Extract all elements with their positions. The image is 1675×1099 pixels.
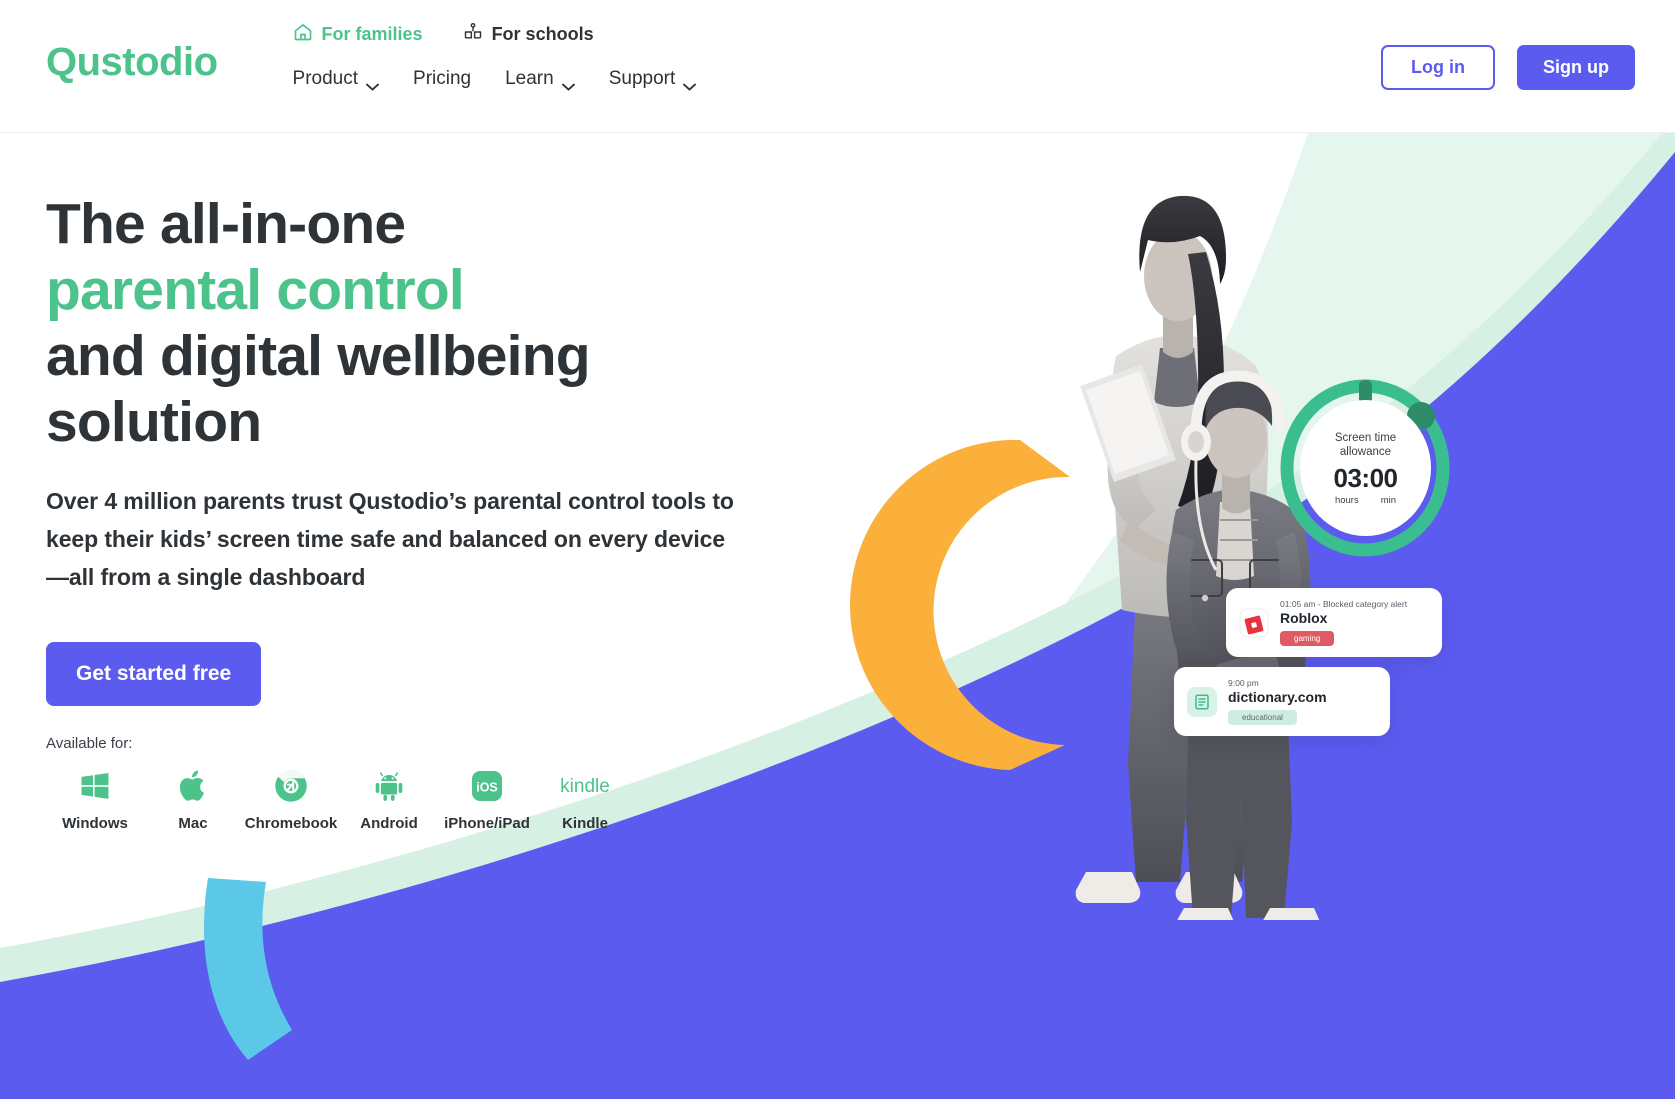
- chrome-icon: [273, 766, 309, 806]
- login-button[interactable]: Log in: [1381, 45, 1495, 90]
- screen-time-widget: Screen time allowance 03:00 hours min: [1278, 378, 1453, 558]
- alert-card-body: 9:00 pm dictionary.com educational: [1228, 678, 1374, 725]
- status-badge: gaming: [1280, 631, 1335, 646]
- screen-time-label-line1: Screen time: [1334, 431, 1397, 444]
- main-nav-items: Product Pricing Learn Support: [292, 68, 697, 91]
- logo-text: Qustodio: [46, 40, 218, 84]
- nav-item-support-label: Support: [608, 68, 676, 89]
- platform-android-label: Android: [360, 815, 418, 832]
- alert-card-roblox[interactable]: 01:05 am - Blocked category alert Roblox…: [1226, 588, 1442, 657]
- platform-mac-label: Mac: [178, 815, 208, 832]
- screen-time-value: 03:00: [1333, 462, 1399, 493]
- primary-navigation: For families For schools Product Pricing…: [292, 0, 697, 91]
- hero-subtitle: Over 4 million parents trust Qustodio’s …: [46, 488, 734, 590]
- screen-time-label-line2: allowance: [1339, 445, 1392, 458]
- tab-for-schools-label: For schools: [491, 24, 594, 44]
- header-actions: Log in Sign up: [1381, 0, 1635, 90]
- roblox-icon: [1239, 607, 1269, 638]
- platform-mac[interactable]: Mac: [144, 766, 242, 832]
- hero-title-highlight: parental control: [46, 258, 465, 322]
- tab-for-families-label: For families: [321, 24, 423, 44]
- platform-list: Windows Mac Chromebook Android iOS iPhon…: [46, 766, 800, 832]
- alert-card-time: 9:00 pm: [1228, 678, 1259, 688]
- hero-title-line-3: and digital wellbeing: [46, 324, 591, 388]
- hero-title-line-1: The all-in-one: [46, 192, 406, 256]
- available-for-label: Available for:: [46, 735, 133, 752]
- tab-for-schools[interactable]: For schools: [463, 22, 594, 47]
- android-icon: [372, 766, 406, 806]
- platform-ios[interactable]: iOS iPhone/iPad: [438, 766, 536, 832]
- platform-windows-label: Windows: [62, 815, 128, 832]
- screen-time-unit-hours: hours: [1334, 494, 1359, 506]
- ios-icon: iOS: [470, 766, 504, 806]
- get-started-button[interactable]: Get started free: [46, 642, 262, 706]
- chevron-down-icon: [683, 75, 697, 91]
- home-icon: [293, 22, 313, 47]
- svg-text:iOS: iOS: [476, 781, 498, 795]
- platform-chromebook-label: Chromebook: [244, 815, 338, 832]
- svg-text:kindle: kindle: [560, 776, 610, 797]
- chevron-down-icon: [561, 75, 575, 91]
- alert-card-time: 01:05 am - Blocked category alert: [1280, 599, 1408, 609]
- platform-windows[interactable]: Windows: [46, 766, 144, 832]
- screen-time-dial-face: Screen time allowance 03:00 hours min: [1300, 400, 1431, 536]
- nav-item-pricing-label: Pricing: [413, 68, 472, 89]
- logo[interactable]: Qustodio: [46, 0, 218, 82]
- screen-time-unit-min: min: [1380, 494, 1397, 506]
- nav-item-learn-label: Learn: [505, 68, 554, 89]
- screen-time-units: hours min: [1335, 495, 1396, 506]
- school-icon: [463, 22, 483, 47]
- nav-item-learn[interactable]: Learn: [505, 68, 575, 91]
- audience-tabs: For families For schools: [293, 22, 697, 47]
- book-icon: [1187, 686, 1217, 717]
- hero-title-line-4: solution: [46, 390, 262, 454]
- platform-kindle[interactable]: kindle Kindle: [536, 766, 634, 832]
- windows-icon: [78, 766, 112, 806]
- nav-item-pricing[interactable]: Pricing: [413, 68, 471, 90]
- platform-kindle-label: Kindle: [562, 815, 608, 832]
- platform-android[interactable]: Android: [340, 766, 438, 832]
- nav-item-product[interactable]: Product: [292, 68, 379, 91]
- alert-card-body: 01:05 am - Blocked category alert Roblox…: [1280, 599, 1426, 646]
- status-badge: educational: [1228, 710, 1297, 725]
- apple-icon: [177, 766, 209, 806]
- chevron-down-icon: [366, 75, 379, 91]
- alert-card-title: dictionary.com: [1228, 689, 1327, 705]
- alert-card-title: Roblox: [1280, 610, 1328, 626]
- signup-button[interactable]: Sign up: [1517, 45, 1635, 90]
- platform-ios-label: iPhone/iPad: [444, 815, 530, 832]
- page-title: The all-in-one parental control and digi…: [46, 191, 800, 455]
- nav-item-support[interactable]: Support: [608, 68, 697, 91]
- screen-time-label: Screen time allowance: [1335, 431, 1396, 459]
- page-root: Qustodio For families For schools Produc…: [0, 0, 1675, 1099]
- site-header: Qustodio For families For schools Produc…: [0, 0, 1675, 133]
- platform-chromebook[interactable]: Chromebook: [242, 766, 340, 832]
- hero-section: The all-in-one parental control and digi…: [0, 133, 800, 832]
- nav-item-product-label: Product: [292, 68, 359, 89]
- kindle-icon: kindle: [554, 766, 616, 806]
- tab-for-families[interactable]: For families: [293, 22, 423, 47]
- alert-card-dictionary[interactable]: 9:00 pm dictionary.com educational: [1174, 667, 1390, 736]
